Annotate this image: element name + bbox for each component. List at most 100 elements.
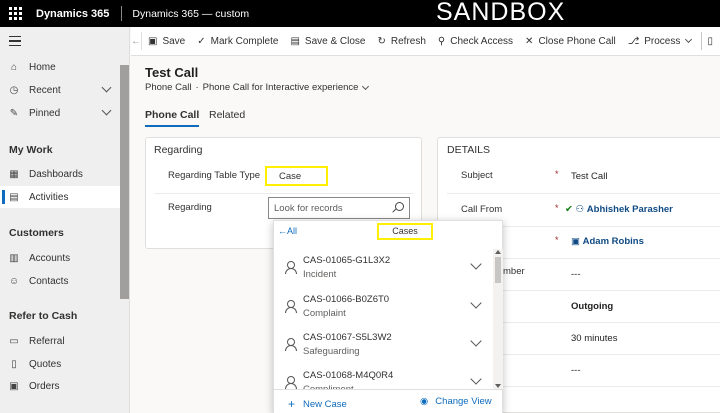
regarding-section-title: Regarding — [154, 144, 203, 156]
form-selector[interactable]: Phone Call for Interactive experience — [203, 82, 359, 93]
chevron-down-icon[interactable] — [470, 258, 482, 270]
nav-item-label: Quotes — [29, 358, 62, 370]
dashboard-icon: ▦ — [9, 168, 19, 180]
key-icon: ⚲ — [437, 35, 446, 47]
regarding-lookup-input[interactable]: Look for records — [268, 197, 410, 219]
lookup-result-item[interactable]: CAS-01065-G1L3X2 Incident — [274, 248, 492, 287]
chevron-down-icon[interactable] — [470, 297, 482, 309]
mark-complete-label: Mark Complete — [210, 35, 279, 47]
nav-item-quotes[interactable]: ▯ Quotes — [0, 353, 120, 375]
chevron-down-icon[interactable] — [101, 105, 112, 116]
app-launcher-button[interactable] — [0, 0, 30, 27]
chevron-down-icon — [685, 35, 693, 44]
building-icon: ▥ — [9, 252, 19, 264]
search-icon[interactable] — [395, 202, 404, 211]
call-from-label: Call From — [461, 204, 503, 215]
nav-item-contacts[interactable]: ☺ Contacts — [0, 270, 120, 292]
check-access-button[interactable]: ⚲ Check Access — [432, 27, 519, 56]
tab-related[interactable]: Related — [209, 109, 245, 125]
nav-item-label: Activities — [29, 191, 69, 203]
save-close-label: Save & Close — [304, 35, 366, 47]
case-icon — [284, 376, 297, 389]
document-icon: ▯ — [707, 35, 713, 47]
call-from-value[interactable]: ✔ ⚇ Abhishek Parasher — [565, 204, 673, 215]
required-indicator: * — [555, 235, 559, 245]
process-label: Process — [644, 35, 681, 47]
sitemap-nav: ⌂ Home ◷ Recent ✎ Pinned My Work ▦ Dashb… — [0, 27, 130, 413]
back-arrow-icon: ← — [278, 226, 287, 236]
clock-icon: ◷ — [9, 84, 19, 96]
call-from-link[interactable]: Abhishek Parasher — [587, 204, 673, 215]
nav-item-activities[interactable]: ▤ Activities — [0, 186, 120, 208]
call-to-value[interactable]: ▣ Adam Robins — [571, 236, 644, 247]
nav-item-dashboards[interactable]: ▦ Dashboards — [0, 163, 120, 185]
close-phone-call-label: Close Phone Call — [538, 35, 616, 47]
regarding-table-type-label: Regarding Table Type — [168, 170, 261, 181]
scrollbar-thumb[interactable] — [495, 257, 501, 283]
case-number: CAS-01067-S5L3W2 — [303, 332, 392, 343]
process-button[interactable]: ⎇ Process — [622, 27, 698, 56]
case-number: CAS-01066-B0Z6T0 — [303, 294, 390, 305]
save-icon: ▣ — [148, 35, 158, 47]
case-icon — [284, 338, 297, 351]
lookup-result-item[interactable]: CAS-01068-M4Q0R4 Compliment — [274, 363, 492, 389]
refresh-button[interactable]: ↻ Refresh — [372, 27, 432, 56]
cases-filter-tag[interactable]: Cases — [377, 223, 433, 240]
nav-item-referral[interactable]: ▭ Referral — [0, 330, 120, 352]
case-type: Complaint — [303, 308, 346, 319]
top-bar: Dynamics 365 Dynamics 365 — custom SANDB… — [0, 0, 720, 27]
nav-item-label: Pinned — [29, 107, 61, 119]
nav-item-accounts[interactable]: ▥ Accounts — [0, 247, 120, 269]
nav-group-my-work: My Work — [9, 144, 53, 156]
hamburger-menu-icon[interactable] — [9, 36, 21, 49]
call-to-link[interactable]: Adam Robins — [583, 236, 644, 247]
subject-value[interactable]: Test Call — [571, 171, 607, 182]
nav-item-label: Contacts — [29, 275, 69, 287]
save-close-button[interactable]: ▤ Save & Close — [284, 27, 371, 56]
all-records-link[interactable]: ←All — [278, 226, 297, 236]
change-view-button[interactable]: ◉ Change View — [420, 396, 492, 407]
order-icon: ▣ — [9, 380, 19, 392]
save-button[interactable]: ▣ Save — [142, 27, 191, 56]
nav-group-refer-to-cash: Refer to Cash — [9, 310, 78, 322]
nav-item-label: Accounts — [29, 252, 71, 264]
case-type: Incident — [303, 269, 337, 280]
scroll-down-icon[interactable] — [495, 384, 501, 388]
results-scrollbar[interactable] — [493, 249, 503, 389]
nav-item-label: Recent — [29, 84, 61, 96]
person-icon: ☺ — [8, 275, 20, 287]
regarding-table-type-field[interactable]: Case — [265, 166, 328, 186]
subject-label: Subject — [461, 170, 493, 181]
environment-name[interactable]: Dynamics 365 — custom — [122, 8, 249, 20]
refresh-icon: ↻ — [377, 35, 386, 47]
nav-item-recent[interactable]: ◷ Recent — [0, 79, 120, 101]
nav-item-orders[interactable]: ▣ Orders — [0, 375, 120, 397]
close-phone-call-button[interactable]: ✕ Close Phone Call — [519, 27, 622, 56]
scroll-up-icon[interactable] — [495, 250, 501, 254]
nav-item-pinned[interactable]: ✎ Pinned — [0, 102, 120, 124]
nav-group-customers: Customers — [9, 227, 64, 239]
direction-value[interactable]: Outgoing — [571, 301, 613, 312]
back-button[interactable]: ← — [131, 32, 142, 50]
due-value[interactable]: --- — [571, 365, 581, 376]
nav-scrollbar[interactable] — [120, 65, 129, 299]
chevron-down-icon[interactable] — [362, 82, 370, 90]
lookup-result-item[interactable]: CAS-01066-B0Z6T0 Complaint — [274, 287, 492, 326]
presence-available-icon: ✔ — [565, 204, 573, 215]
chevron-down-icon[interactable] — [470, 373, 482, 385]
duration-value[interactable]: 30 minutes — [571, 333, 617, 344]
phone-number-value[interactable]: --- — [571, 269, 581, 280]
nav-item-label: Referral — [29, 335, 65, 347]
new-case-button[interactable]: + New Case — [288, 396, 347, 411]
regarding-label: Regarding — [168, 202, 212, 213]
chevron-down-icon[interactable] — [101, 82, 112, 93]
tab-phone-call[interactable]: Phone Call — [145, 109, 200, 127]
nav-item-home[interactable]: ⌂ Home — [0, 56, 120, 78]
chevron-down-icon[interactable] — [470, 335, 482, 347]
mark-complete-button[interactable]: ✓ Mark Complete — [191, 27, 284, 56]
case-icon — [284, 261, 297, 274]
app-name[interactable]: Dynamics 365 — [30, 8, 121, 20]
entity-name: Phone Call — [145, 82, 192, 93]
more-commands-button[interactable]: ▯ — [705, 27, 720, 56]
lookup-result-item[interactable]: CAS-01067-S5L3W2 Safeguarding — [274, 325, 492, 364]
